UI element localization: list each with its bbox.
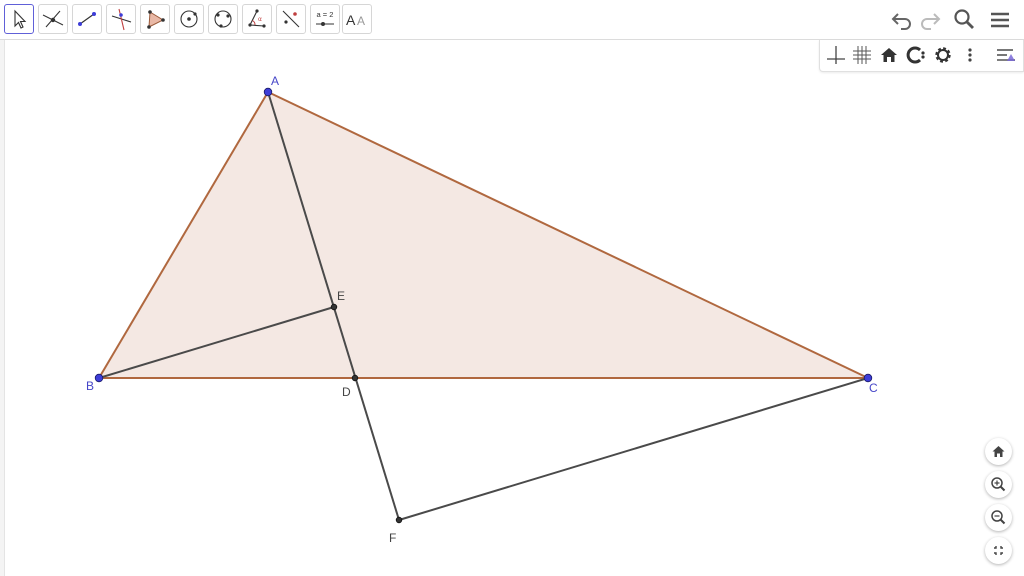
graphics-settings-button[interactable] <box>931 43 955 67</box>
axes-icon <box>827 46 845 64</box>
point-label-b[interactable]: B <box>86 379 94 393</box>
zoom-out-button[interactable] <box>985 504 1012 531</box>
zoom-home-button[interactable] <box>985 438 1012 465</box>
point-capturing-button[interactable] <box>904 43 928 67</box>
graphics-view[interactable]: A B C D E F <box>0 0 1024 576</box>
point-label-a[interactable]: A <box>271 74 279 88</box>
point-label-d[interactable]: D <box>342 385 351 399</box>
polygon-abc[interactable] <box>99 92 868 378</box>
zoom-in-icon <box>991 477 1006 492</box>
point-a[interactable] <box>263 87 273 97</box>
settings-gear-icon <box>935 47 951 63</box>
segment-cf[interactable] <box>398 377 869 521</box>
zoom-out-icon <box>991 510 1006 525</box>
grid-icon <box>853 46 871 64</box>
point-capturing-icon <box>906 46 925 64</box>
toggle-grid-button[interactable] <box>850 43 874 67</box>
algebra-toggle-icon <box>997 49 1015 61</box>
point-label-c[interactable]: C <box>869 381 878 395</box>
point-d[interactable] <box>351 374 359 382</box>
algebra-toggle-button[interactable] <box>994 43 1018 67</box>
point-e[interactable] <box>330 303 338 311</box>
exit-fullscreen-icon <box>994 546 1003 555</box>
point-label-e[interactable]: E <box>337 289 345 303</box>
point-label-f[interactable]: F <box>389 531 396 545</box>
more-vertical-icon <box>968 48 972 62</box>
toggle-axes-button[interactable] <box>824 43 848 67</box>
exit-fullscreen-button[interactable] <box>985 537 1012 564</box>
polygon-layer <box>98 91 869 379</box>
home-view-icon <box>992 446 1005 457</box>
graphics-style-bar <box>819 40 1024 72</box>
more-options-button[interactable] <box>958 43 982 67</box>
point-f[interactable] <box>395 516 403 524</box>
standard-view-button[interactable] <box>877 43 901 67</box>
zoom-in-button[interactable] <box>985 471 1012 498</box>
point-b[interactable] <box>94 373 104 383</box>
home-view-icon <box>881 48 897 62</box>
